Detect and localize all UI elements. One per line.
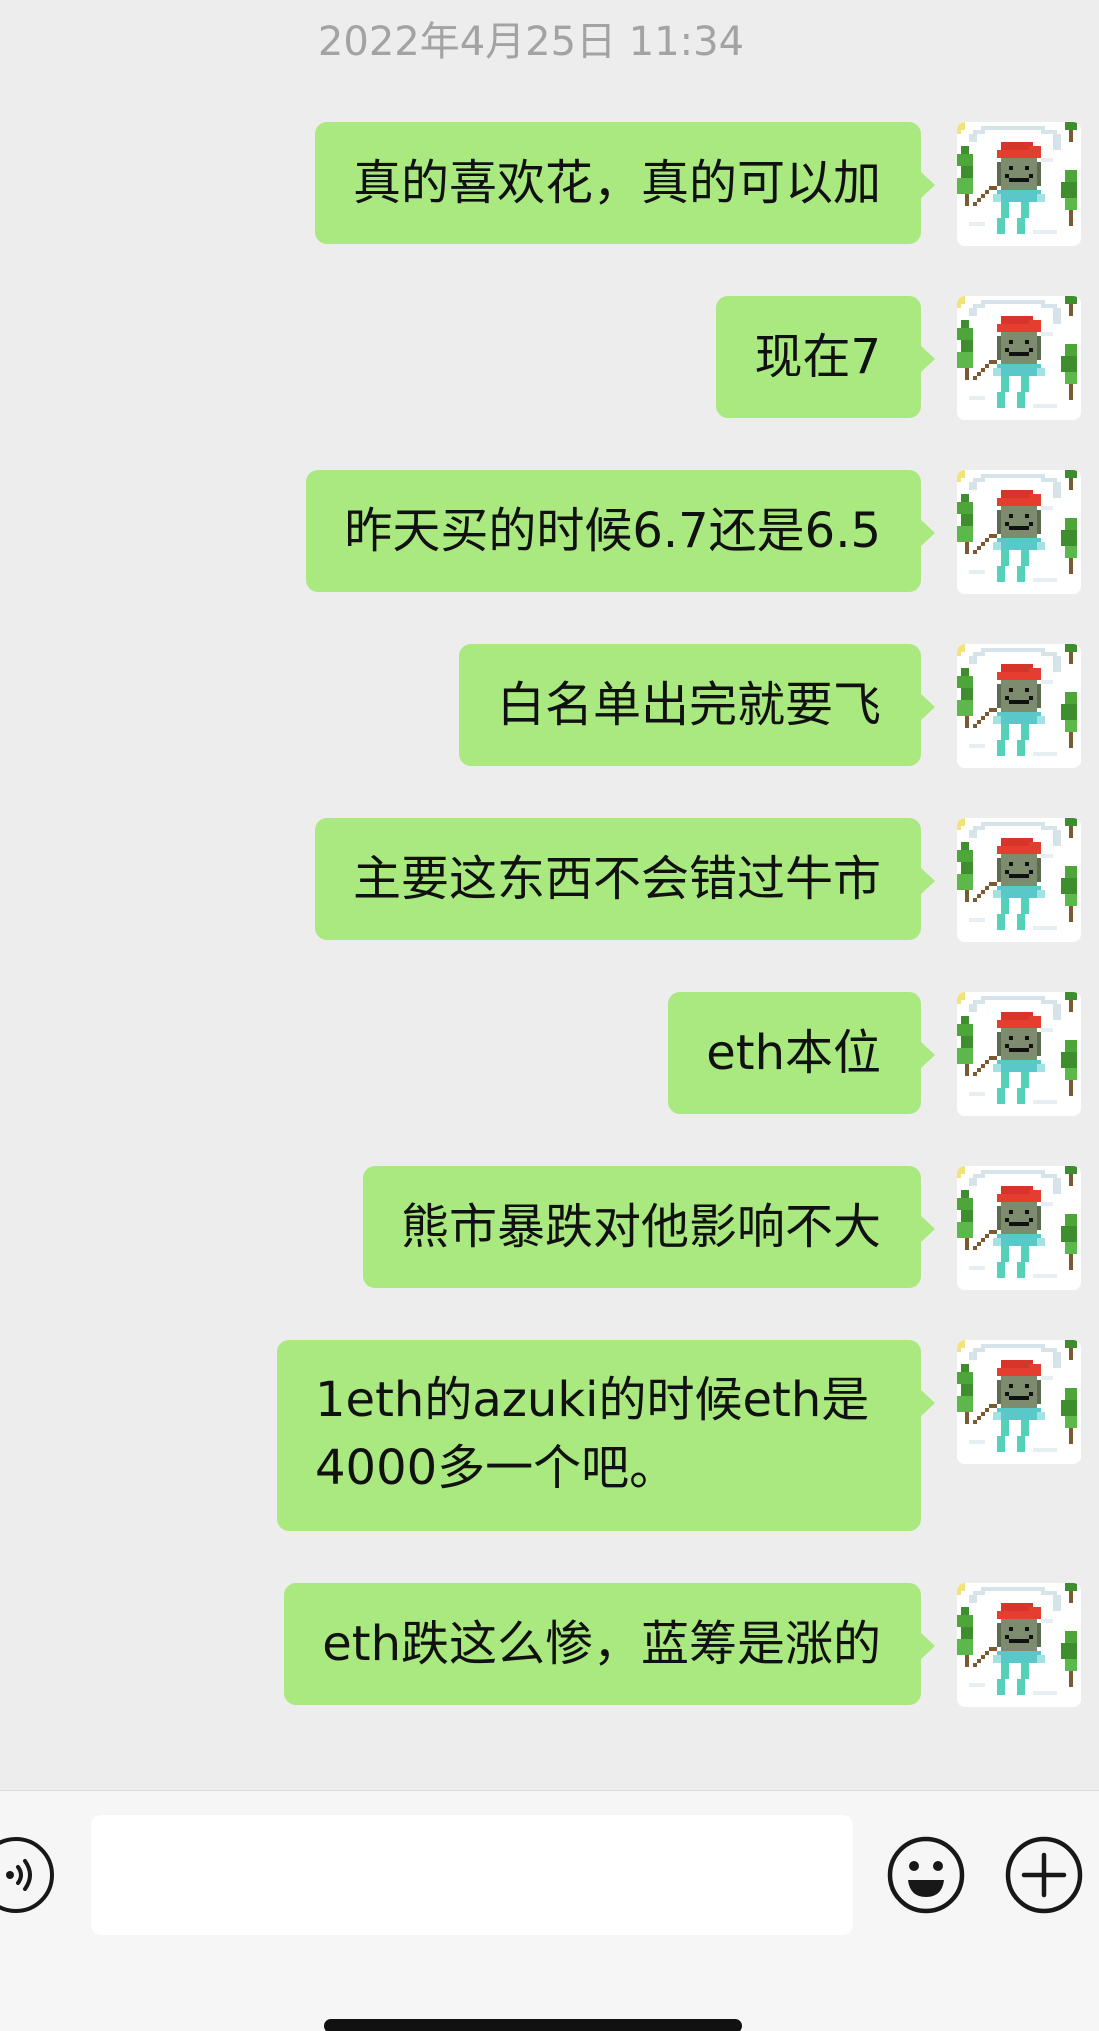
avatar-icon[interactable]: [957, 1583, 1081, 1707]
voice-icon[interactable]: [0, 1837, 54, 1913]
plus-icon[interactable]: [1004, 1835, 1084, 1915]
message-input[interactable]: [91, 1815, 853, 1935]
message-bubble[interactable]: 昨天买的时候6.7还是6.5: [306, 470, 935, 592]
message-bubble[interactable]: eth跌这么惨，蓝筹是涨的: [284, 1583, 935, 1705]
avatar-icon[interactable]: [957, 122, 1081, 246]
message-bubble[interactable]: 现在7: [716, 296, 935, 418]
message-bubble[interactable]: 真的喜欢花，真的可以加: [314, 122, 936, 244]
avatar-icon[interactable]: [957, 992, 1081, 1116]
avatar-icon[interactable]: [957, 470, 1081, 594]
message-bubble[interactable]: 主要这东西不会错过牛市: [314, 818, 936, 940]
input-bar: [0, 1790, 1099, 2031]
avatar-icon[interactable]: [957, 296, 1081, 420]
avatar-icon[interactable]: [957, 1340, 1081, 1464]
message-timestamp: 2022年4月25日 11:34: [317, 19, 745, 65]
avatar-icon[interactable]: [957, 818, 1081, 942]
message-list[interactable]: 2022年4月25日 11:34 真的喜欢花，真的可以加 现在7 昨天买的时候6…: [0, 0, 1099, 1790]
home-indicator[interactable]: [324, 2019, 742, 2031]
message-bubble[interactable]: 白名单出完就要飞: [458, 644, 936, 766]
chat-screen: 2022年4月25日 11:34 真的喜欢花，真的可以加 现在7 昨天买的时候6…: [0, 0, 1099, 2031]
avatar-icon[interactable]: [957, 1166, 1081, 1290]
emoji-icon[interactable]: [886, 1835, 966, 1915]
message-bubble[interactable]: 熊市暴跌对他影响不大: [362, 1166, 936, 1288]
avatar-icon[interactable]: [957, 644, 1081, 768]
message-bubble[interactable]: eth本位: [668, 992, 935, 1114]
message-bubble[interactable]: 1eth的azuki的时候eth是4000多一个吧。: [277, 1340, 935, 1531]
